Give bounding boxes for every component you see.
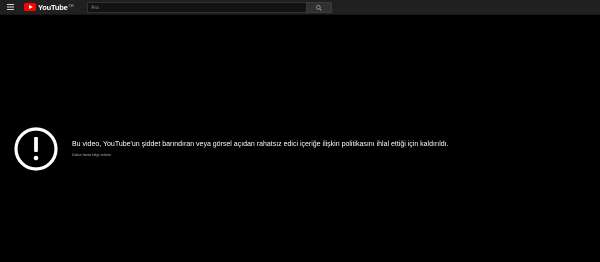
search-icon [316, 4, 322, 11]
hamburger-menu-icon [6, 4, 14, 10]
guide-menu-button[interactable] [4, 1, 16, 13]
learn-more-link[interactable]: Daha fazla bilgi edinin [72, 152, 111, 157]
alert-circle-icon [14, 127, 58, 171]
masthead: YouTube TR [0, 0, 600, 15]
logo-text: YouTube [38, 2, 68, 12]
youtube-play-icon [24, 3, 36, 11]
search-input[interactable] [87, 2, 307, 13]
video-removed-message: Bu video, YouTube'un şiddet barındıran v… [72, 141, 449, 148]
search-button[interactable] [306, 2, 332, 13]
logo-country-code: TR [68, 2, 74, 8]
youtube-page: YouTube TR Bu video, YouTube'un şiddet b… [0, 0, 600, 262]
youtube-logo[interactable]: YouTube TR [24, 2, 74, 12]
